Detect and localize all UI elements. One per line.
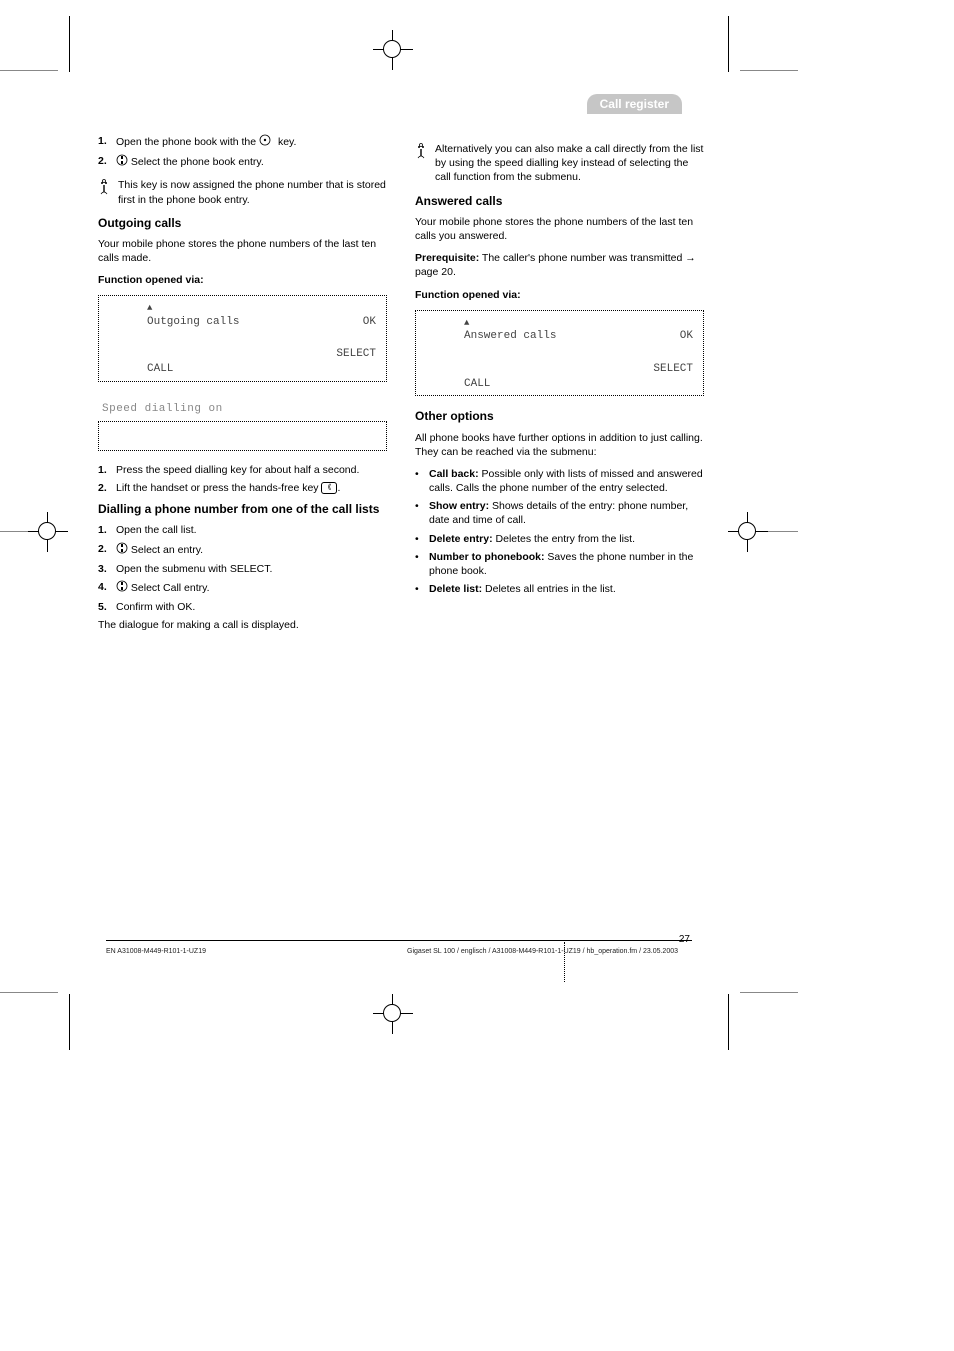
left-column: 1. Open the phone book with the key. 2. …	[98, 134, 387, 640]
option-title: Delete list:	[429, 583, 482, 595]
option-title: Number to phonebook:	[429, 551, 545, 563]
list-item: •Call back: Possible only with lists of …	[415, 467, 704, 495]
crop-mark	[728, 994, 729, 1050]
step: 1. Press the speed dialling key for abou…	[98, 463, 387, 477]
lcd-display-empty	[98, 421, 387, 451]
heading-dial-from-list: Dialling a phone number from one of the …	[98, 501, 387, 517]
lcd-select: SELECT	[336, 347, 376, 362]
step: 2. Lift the handset or press the hands-f…	[98, 481, 387, 495]
info-text: This key is now assigned the phone numbe…	[118, 178, 387, 206]
step-number: 2.	[98, 154, 110, 170]
option-title: Delete entry:	[429, 533, 493, 545]
option-desc: Deletes the entry from the list.	[496, 533, 635, 545]
step: 3. Open the submenu with SELECT.	[98, 562, 387, 576]
step-text: Open the submenu with SELECT.	[116, 562, 272, 576]
list-item: •Delete entry: Deletes the entry from th…	[415, 532, 704, 546]
lcd-call: CALL	[426, 377, 490, 392]
step: 1. Open the phone book with the key.	[98, 134, 387, 150]
list-item: •Number to phonebook: Saves the phone nu…	[415, 550, 704, 578]
step-text: Select Call entry.	[116, 580, 210, 596]
step: 2. Select an entry.	[98, 542, 387, 558]
option-title: Call back:	[429, 468, 479, 480]
info-icon	[98, 178, 110, 196]
step-text: Press the speed dialling key for about h…	[116, 463, 359, 477]
nav-key-icon	[259, 134, 275, 150]
step: 1. Open the call list.	[98, 523, 387, 537]
list-item: •Delete list: Deletes all entries in the…	[415, 582, 704, 596]
info-text: Alternatively you can also make a call d…	[435, 142, 704, 185]
paragraph: The dialogue for making a call is displa…	[98, 618, 387, 632]
step-number: 1.	[98, 134, 110, 150]
step-text: Confirm with OK.	[116, 600, 195, 614]
step-text: Select an entry.	[116, 542, 203, 558]
footer-right: Gigaset SL 100 / englisch / A31008-M449-…	[407, 948, 678, 955]
scroll-key-icon	[116, 580, 128, 596]
footer-rule	[106, 940, 692, 941]
lcd-up-arrow-icon: ▲	[426, 317, 693, 329]
step-number: 4.	[98, 580, 110, 596]
crop-mark	[69, 994, 70, 1050]
option-desc: Deletes all entries in the list.	[485, 583, 616, 595]
lcd-call: CALL	[109, 362, 173, 377]
step-number: 2.	[98, 542, 110, 558]
step-text: Select the phone book entry.	[116, 154, 264, 170]
paragraph: Your mobile phone stores the phone numbe…	[98, 237, 387, 265]
step: 2. Select the phone book entry.	[98, 154, 387, 170]
registration-mark	[373, 994, 413, 1034]
info-icon	[415, 142, 427, 160]
paragraph: All phone books have further options in …	[415, 431, 704, 459]
step-number: 1.	[98, 523, 110, 537]
two-column-layout: 1. Open the phone book with the key. 2. …	[98, 134, 704, 640]
step-number: 3.	[98, 562, 110, 576]
registration-mark	[28, 512, 68, 552]
scroll-key-icon	[116, 542, 128, 558]
crop-mark	[0, 992, 58, 993]
footer-left: EN A31008-M449-R101-1-UZ19	[106, 948, 206, 955]
lcd-up-arrow-icon: ▲	[109, 302, 376, 314]
heading-other-options: Other options	[415, 408, 704, 424]
label-prerequisite: Prerequisite:	[415, 252, 479, 264]
step-text: Open the call list.	[116, 523, 197, 537]
list-item: •Show entry: Shows details of the entry:…	[415, 499, 704, 527]
crop-mark	[740, 70, 798, 71]
step-number: 1.	[98, 463, 110, 477]
right-column: Alternatively you can also make a call d…	[415, 134, 704, 640]
lcd-label-speed-dialling: Speed dialling on	[98, 402, 387, 417]
info-note: This key is now assigned the phone numbe…	[98, 178, 387, 206]
section-tab: Call register	[587, 94, 682, 114]
crop-mark	[0, 70, 58, 71]
label-function-opened: Function opened via:	[98, 273, 387, 287]
heading-answered-calls: Answered calls	[415, 193, 704, 209]
step-text: Lift the handset or press the hands-free…	[116, 481, 340, 495]
paragraph: Your mobile phone stores the phone numbe…	[415, 215, 704, 243]
page-content: Call register 1. Open the phone book wit…	[70, 72, 728, 992]
handsfree-key-icon: ⟪	[321, 482, 337, 494]
scroll-key-icon	[116, 154, 128, 170]
heading-outgoing-calls: Outgoing calls	[98, 215, 387, 231]
step-text: Open the phone book with the key.	[116, 134, 296, 150]
lcd-line: Answered calls	[426, 329, 556, 344]
lcd-line: Outgoing calls	[109, 315, 239, 330]
info-note: Alternatively you can also make a call d…	[415, 142, 704, 185]
crop-mark	[740, 992, 798, 993]
lcd-ok: OK	[363, 315, 376, 330]
lcd-ok: OK	[680, 329, 693, 344]
step: 5. Confirm with OK.	[98, 600, 387, 614]
label-function-opened: Function opened via:	[415, 288, 704, 302]
registration-mark	[728, 512, 768, 552]
lcd-display-answered: ▲ Answered calls OK SELECT CALL	[415, 310, 704, 397]
paragraph: Prerequisite: The caller's phone number …	[415, 251, 704, 279]
option-title: Show entry:	[429, 500, 489, 512]
registration-mark	[373, 30, 413, 70]
page-ref-arrow-icon: →	[685, 251, 696, 265]
step-number: 2.	[98, 481, 110, 495]
step: 4. Select Call entry.	[98, 580, 387, 596]
crop-mark	[728, 16, 729, 72]
lcd-select: SELECT	[653, 362, 693, 377]
lcd-display-outgoing: ▲ Outgoing calls OK SELECT CALL	[98, 295, 387, 382]
crop-mark	[69, 16, 70, 72]
footer: EN A31008-M449-R101-1-UZ19 Gigaset SL 10…	[106, 948, 678, 955]
step-number: 5.	[98, 600, 110, 614]
